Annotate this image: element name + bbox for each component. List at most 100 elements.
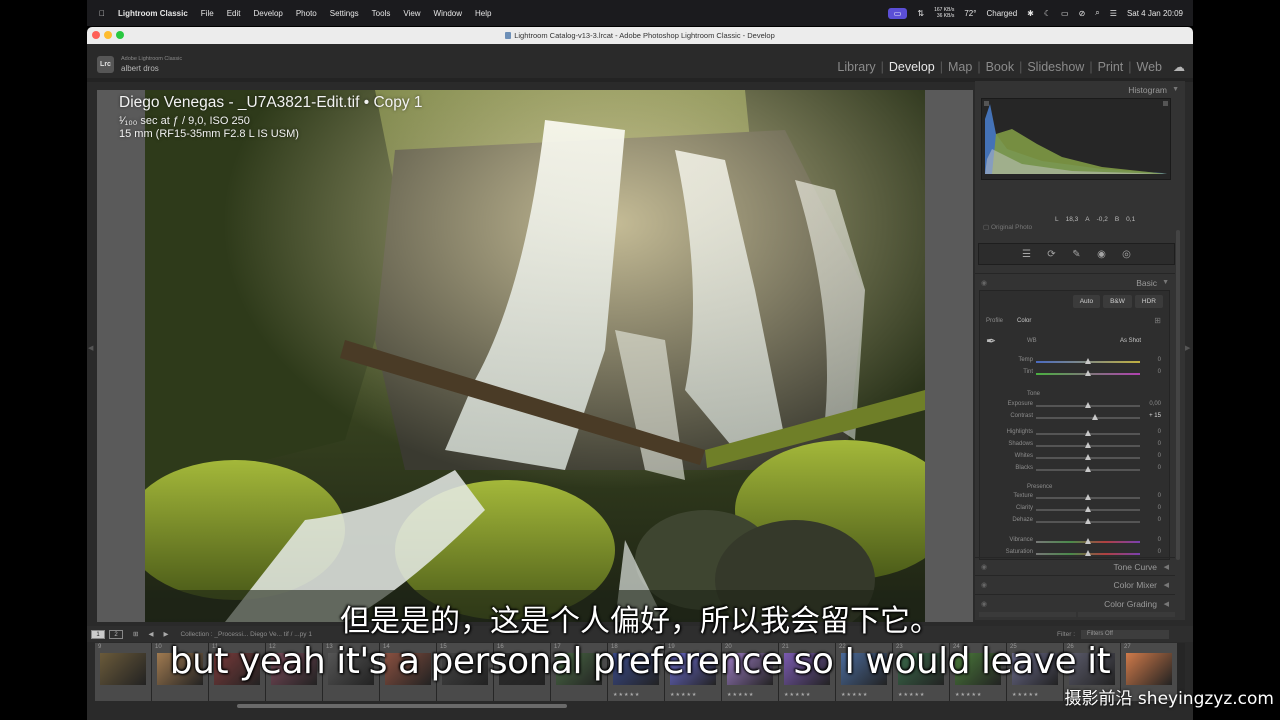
- photo-image[interactable]: [145, 90, 925, 622]
- filmstrip-scrollbar[interactable]: [237, 704, 567, 708]
- slider-value[interactable]: 0: [1158, 441, 1161, 447]
- slider-shadows[interactable]: Shadows 0: [990, 441, 1165, 451]
- slider-thumb[interactable]: [1085, 430, 1091, 436]
- slider-track[interactable]: [1036, 414, 1140, 420]
- slider-value[interactable]: 0: [1158, 549, 1161, 555]
- eyedropper-icon[interactable]: ✒: [986, 334, 996, 348]
- battery-icon[interactable]: ▭: [1061, 9, 1069, 18]
- slider-track[interactable]: [1036, 430, 1140, 436]
- slider-thumb[interactable]: [1085, 550, 1091, 556]
- slider-track[interactable]: [1036, 370, 1140, 376]
- tone-curve-header[interactable]: ◉ Tone Curve ◀: [975, 557, 1175, 575]
- menu-develop[interactable]: Develop: [253, 9, 282, 18]
- basic-header[interactable]: ◉ Basic ▼: [975, 273, 1175, 291]
- slider-value[interactable]: 0: [1158, 465, 1161, 471]
- zoom-button[interactable]: [116, 31, 124, 39]
- menu-file[interactable]: File: [201, 9, 214, 18]
- slider-exposure[interactable]: Exposure 0,00: [990, 401, 1165, 411]
- hdr-button[interactable]: HDR: [1134, 295, 1163, 308]
- slider-thumb[interactable]: [1085, 402, 1091, 408]
- battery-status[interactable]: Charged: [986, 9, 1017, 18]
- color-mixer-header[interactable]: ◉ Color Mixer ◀: [975, 575, 1175, 593]
- slider-value[interactable]: 0: [1158, 493, 1161, 499]
- module-book[interactable]: Book: [981, 60, 1020, 74]
- module-map[interactable]: Map: [943, 60, 977, 74]
- photo-canvas[interactable]: Diego Venegas - _U7A3821-Edit.tif • Copy…: [97, 90, 973, 622]
- slider-tint[interactable]: Tint 0: [990, 369, 1165, 379]
- slider-contrast[interactable]: Contrast + 15: [990, 413, 1165, 423]
- close-button[interactable]: [92, 31, 100, 39]
- slider-vibrance[interactable]: Vibrance 0: [990, 537, 1165, 547]
- slider-thumb[interactable]: [1085, 358, 1091, 364]
- search-icon[interactable]: ⌕: [1095, 8, 1099, 18]
- slider-dehaze[interactable]: Dehaze 0: [990, 517, 1165, 527]
- left-panel-toggle-icon[interactable]: ◀: [88, 344, 93, 352]
- module-develop[interactable]: Develop: [884, 60, 940, 74]
- menu-edit[interactable]: Edit: [227, 9, 241, 18]
- profile-dropdown[interactable]: Color: [1017, 318, 1031, 324]
- slider-track[interactable]: [1036, 466, 1140, 472]
- moon-icon[interactable]: ☾: [1044, 9, 1051, 18]
- menu-help[interactable]: Help: [475, 9, 491, 18]
- network-icon[interactable]: ⇅: [917, 9, 924, 18]
- module-slideshow[interactable]: Slideshow: [1022, 60, 1089, 74]
- slider-value[interactable]: 0: [1158, 369, 1161, 375]
- slider-thumb[interactable]: [1085, 442, 1091, 448]
- slider-thumb[interactable]: [1085, 494, 1091, 500]
- slider-thumb[interactable]: [1092, 414, 1099, 420]
- histogram[interactable]: [981, 98, 1171, 180]
- slider-thumb[interactable]: [1085, 518, 1091, 524]
- histogram-header[interactable]: Histogram ▼: [975, 80, 1185, 98]
- edit-sliders-icon[interactable]: ☰: [1020, 248, 1033, 261]
- healing-icon[interactable]: ✎: [1070, 248, 1083, 261]
- original-photo-checkbox[interactable]: ▢ Original Photo: [983, 223, 1032, 231]
- slider-value[interactable]: 0: [1158, 357, 1161, 363]
- bw-button[interactable]: B&W: [1103, 295, 1132, 308]
- menu-window[interactable]: Window: [434, 9, 462, 18]
- slider-value[interactable]: 0: [1158, 429, 1161, 435]
- slider-highlights[interactable]: Highlights 0: [990, 429, 1165, 439]
- slider-value[interactable]: 0: [1158, 505, 1161, 511]
- slider-value[interactable]: + 15: [1149, 413, 1161, 419]
- slider-thumb[interactable]: [1085, 538, 1091, 544]
- slider-track[interactable]: [1036, 538, 1140, 544]
- slider-texture[interactable]: Texture 0: [990, 493, 1165, 503]
- wifi-off-icon[interactable]: ⊘: [1079, 9, 1086, 18]
- menu-settings[interactable]: Settings: [330, 9, 359, 18]
- slider-temp[interactable]: Temp 0: [990, 357, 1165, 367]
- menu-view[interactable]: View: [403, 9, 420, 18]
- slider-thumb[interactable]: [1085, 466, 1091, 472]
- module-web[interactable]: Web: [1132, 60, 1167, 74]
- slider-blacks[interactable]: Blacks 0: [990, 465, 1165, 475]
- clock[interactable]: Sat 4 Jan 20:09: [1127, 9, 1183, 18]
- slider-thumb[interactable]: [1085, 370, 1091, 376]
- cloud-icon[interactable]: ☁: [1173, 60, 1185, 74]
- eye-icon[interactable]: ◉: [981, 581, 987, 589]
- slider-track[interactable]: [1036, 402, 1140, 408]
- right-panel-toggle-icon[interactable]: ▶: [1185, 344, 1190, 352]
- panel-scrollbar[interactable]: [1176, 230, 1180, 560]
- control-center-icon[interactable]: ☰: [1110, 9, 1117, 18]
- profile-browser-icon[interactable]: ⊞: [1154, 316, 1161, 325]
- crop-icon[interactable]: ⟳: [1045, 248, 1058, 261]
- slider-clarity[interactable]: Clarity 0: [990, 505, 1165, 515]
- module-print[interactable]: Print: [1093, 60, 1129, 74]
- slider-whites[interactable]: Whites 0: [990, 453, 1165, 463]
- slider-track[interactable]: [1036, 506, 1140, 512]
- red-eye-icon[interactable]: ◉: [1095, 248, 1108, 261]
- apple-icon[interactable]: : [99, 9, 105, 18]
- minimize-button[interactable]: [104, 31, 112, 39]
- eye-icon[interactable]: ◉: [981, 279, 987, 287]
- slider-thumb[interactable]: [1085, 506, 1091, 512]
- slider-track[interactable]: [1036, 518, 1140, 524]
- slider-track[interactable]: [1036, 358, 1140, 364]
- masking-icon[interactable]: ◎: [1120, 248, 1133, 261]
- slider-value[interactable]: 0,00: [1149, 401, 1161, 407]
- slider-track[interactable]: [1036, 494, 1140, 500]
- eye-icon[interactable]: ◉: [981, 563, 987, 571]
- slider-value[interactable]: 0: [1158, 517, 1161, 523]
- menu-photo[interactable]: Photo: [296, 9, 317, 18]
- menu-app-name[interactable]: Lightroom Classic: [118, 9, 188, 18]
- slider-track[interactable]: [1036, 454, 1140, 460]
- auto-button[interactable]: Auto: [1072, 295, 1101, 308]
